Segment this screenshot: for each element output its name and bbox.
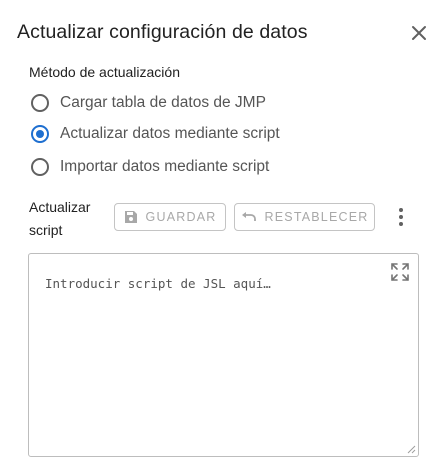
more-vert-icon-dot bbox=[399, 215, 403, 219]
update-script-label: Actualizar script bbox=[29, 196, 109, 242]
script-editor-placeholder: Introducir script de JSL aquí… bbox=[45, 276, 271, 291]
fullscreen-icon[interactable] bbox=[390, 262, 410, 282]
radio-load-jmp-table[interactable]: Cargar tabla de datos de JMP bbox=[31, 91, 266, 115]
update-method-label: Método de actualización bbox=[29, 64, 180, 80]
radio-import-via-script[interactable]: Importar datos mediante script bbox=[31, 155, 269, 179]
radio-label: Actualizar datos mediante script bbox=[60, 125, 280, 142]
radio-label: Importar datos mediante script bbox=[60, 158, 270, 175]
radio-button[interactable] bbox=[31, 94, 49, 112]
close-icon bbox=[412, 26, 426, 40]
more-vert-icon-dot bbox=[399, 222, 403, 226]
dialog-title: Actualizar configuración de datos bbox=[17, 21, 308, 43]
more-options-button[interactable] bbox=[390, 205, 412, 229]
radio-button-selected[interactable] bbox=[31, 125, 49, 143]
reset-button[interactable]: RESTABLECER bbox=[234, 203, 375, 231]
save-icon bbox=[124, 210, 138, 224]
radio-button[interactable] bbox=[31, 158, 49, 176]
radio-update-via-script[interactable]: Actualizar datos mediante script bbox=[31, 122, 280, 146]
save-button[interactable]: GUARDAR bbox=[114, 203, 226, 231]
more-vert-icon-dot bbox=[399, 208, 403, 212]
resize-grip-icon[interactable] bbox=[407, 445, 416, 454]
update-script-label-line2: script bbox=[29, 222, 63, 238]
undo-icon bbox=[241, 211, 257, 223]
update-script-label-line1: Actualizar bbox=[29, 199, 91, 215]
close-button[interactable] bbox=[406, 20, 432, 46]
radio-label: Cargar tabla de datos de JMP bbox=[60, 94, 266, 111]
script-editor[interactable]: Introducir script de JSL aquí… bbox=[28, 253, 419, 457]
update-data-settings-dialog: Actualizar configuración de datos Método… bbox=[0, 0, 444, 470]
reset-button-label: RESTABLECER bbox=[264, 210, 369, 224]
save-button-label: GUARDAR bbox=[145, 210, 217, 224]
